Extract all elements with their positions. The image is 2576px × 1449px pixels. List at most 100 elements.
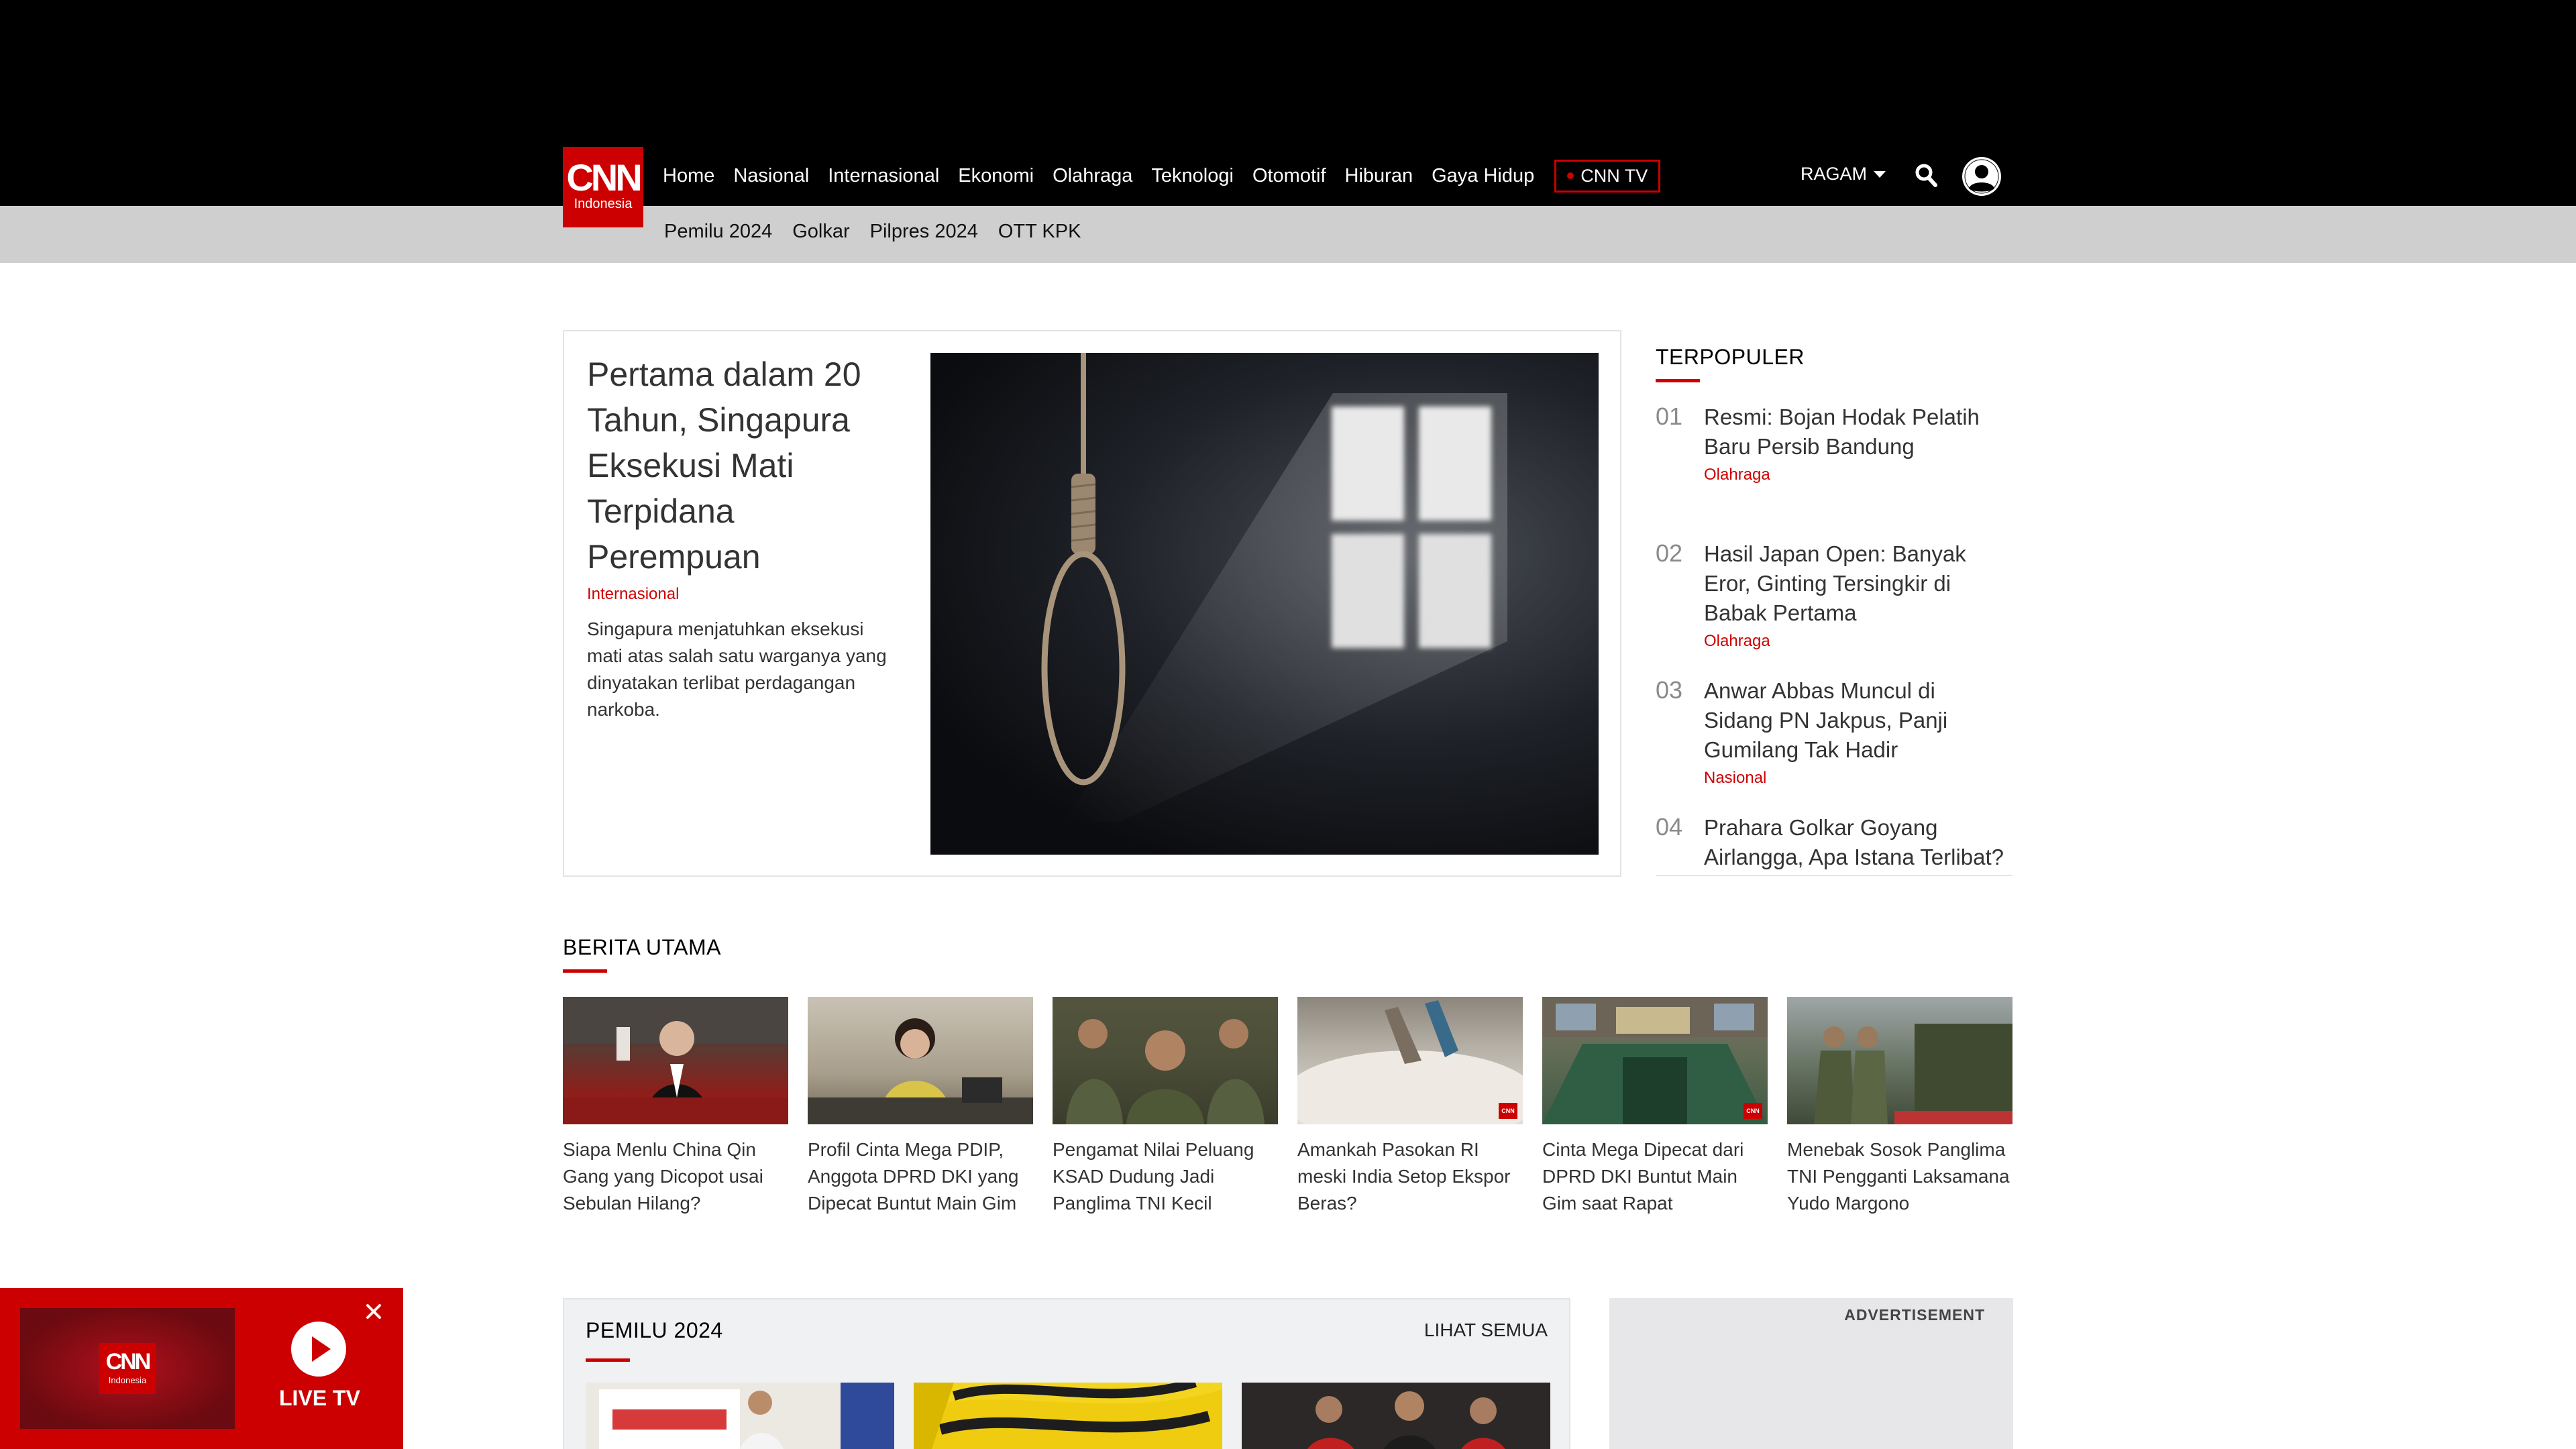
nav-item-ekonomi[interactable]: Ekonomi xyxy=(958,165,1034,187)
pemilu-2024-section: PEMILU 2024 LIHAT SEMUA xyxy=(563,1298,1570,1449)
section-underline xyxy=(1656,379,1700,382)
news-card[interactable]: CNN Amankah Pasokan RI meski India Setop… xyxy=(1297,997,1523,1217)
official-speaker-photo xyxy=(563,997,788,1124)
rice-grain-photo xyxy=(1297,1000,1523,1124)
live-logo-text: CNN xyxy=(105,1349,152,1375)
play-triangle xyxy=(312,1336,331,1362)
berita-utama-section: BERITA UTAMA Siapa Menlu China Qin Gang … xyxy=(563,935,2012,1214)
see-all-link[interactable]: LIHAT SEMUA xyxy=(1424,1320,1548,1341)
party-meeting-photo xyxy=(1242,1383,1550,1449)
pemilu-card-image[interactable] xyxy=(914,1383,1222,1449)
news-card[interactable]: Profil Cinta Mega PDIP, Anggota DPRD DKI… xyxy=(808,997,1033,1217)
pemilu-card-image[interactable] xyxy=(1242,1383,1550,1449)
live-logo-subtext: Indonesia xyxy=(108,1375,147,1385)
nav-item-teknologi[interactable]: Teknologi xyxy=(1151,165,1234,187)
live-tv-logo: CNN Indonesia xyxy=(99,1343,156,1394)
list-item[interactable]: 04 Prahara Golkar Goyang Airlangga, Apa … xyxy=(1656,813,2012,875)
news-card[interactable]: Siapa Menlu China Qin Gang yang Dicopot … xyxy=(563,997,788,1217)
press-conference-photo xyxy=(586,1383,894,1449)
terpopuler-section: TERPOPULER 01 Resmi: Bojan Hodak Pelatih… xyxy=(1656,345,2012,876)
nav-item-nasional[interactable]: Nasional xyxy=(733,165,809,187)
list-item[interactable]: 02 Hasil Japan Open: Banyak Eror, Gintin… xyxy=(1656,539,2012,676)
cnn-tv-label: CNN TV xyxy=(1580,165,1648,186)
live-tv-widget[interactable]: CNN Indonesia LIVE TV xyxy=(0,1288,403,1449)
berita-utama-title: BERITA UTAMA xyxy=(563,935,721,959)
news-card-image[interactable]: CNN xyxy=(1297,997,1523,1124)
section-underline xyxy=(563,969,607,973)
golkar-flag-photo xyxy=(914,1383,1222,1449)
nav-item-internasional[interactable]: Internasional xyxy=(828,165,939,187)
headline-image[interactable] xyxy=(930,353,1599,855)
list-item-category[interactable]: Nasional xyxy=(1704,765,2006,792)
cnn-watermark: CNN xyxy=(1743,1103,1762,1119)
advertisement-slot[interactable]: ADVERTISEMENT xyxy=(1609,1298,2013,1449)
army-officers-photo xyxy=(1066,1019,1265,1124)
list-item-category[interactable]: Olahraga xyxy=(1704,628,2006,655)
list-item-title[interactable]: Anwar Abbas Muncul di Sidang PN Jakpus, … xyxy=(1704,678,1947,762)
subnav-item-pemilu-2024[interactable]: Pemilu 2024 xyxy=(664,221,772,243)
subnav-item-pilpres-2024[interactable]: Pilpres 2024 xyxy=(870,221,978,243)
news-card-title[interactable]: Siapa Menlu China Qin Gang yang Dicopot … xyxy=(563,1136,788,1217)
chevron-down-icon xyxy=(1874,170,1886,178)
news-card-image[interactable]: CNN xyxy=(1542,997,1768,1124)
news-card-image[interactable] xyxy=(808,997,1033,1124)
logo-text: CNN xyxy=(566,156,642,199)
news-card-title[interactable]: Menebak Sosok Panglima TNI Pengganti Lak… xyxy=(1787,1136,2012,1217)
live-tv-label[interactable]: LIVE TV xyxy=(279,1386,360,1411)
play-icon[interactable] xyxy=(291,1322,346,1377)
nav-item-gaya-hidup[interactable]: Gaya Hidup xyxy=(1432,165,1534,187)
page: CNN Indonesia Home Nasional Internasiona… xyxy=(0,0,2576,1449)
list-item[interactable]: 01 Resmi: Bojan Hodak Pelatih Baru Persi… xyxy=(1656,402,2012,539)
news-card-image[interactable] xyxy=(563,997,788,1124)
nav-item-olahraga[interactable]: Olahraga xyxy=(1053,165,1132,187)
search-icon[interactable] xyxy=(1915,163,1937,187)
live-tv-thumbnail[interactable]: CNN Indonesia xyxy=(20,1308,235,1429)
section-underline xyxy=(586,1358,630,1362)
berita-utama-cards: Siapa Menlu China Qin Gang yang Dicopot … xyxy=(563,997,2012,1217)
council-chamber-photo xyxy=(1542,997,1768,1124)
military-parade-photo xyxy=(1814,1024,2012,1124)
news-card-title[interactable]: Profil Cinta Mega PDIP, Anggota DPRD DKI… xyxy=(808,1136,1033,1217)
cnn-watermark: CNN xyxy=(1499,1103,1517,1119)
logo-subtext: Indonesia xyxy=(574,197,633,211)
headline-title[interactable]: Pertama dalam 20 Tahun, Singapura Ekseku… xyxy=(587,352,902,580)
sub-nav-items: Pemilu 2024 Golkar Pilpres 2024 OTT KPK xyxy=(664,221,1081,243)
headline-category[interactable]: Internasional xyxy=(587,585,679,604)
news-card[interactable]: Pengamat Nilai Peluang KSAD Dudung Jadi … xyxy=(1053,997,1278,1217)
subnav-item-golkar[interactable]: Golkar xyxy=(792,221,849,243)
terpopuler-list: 01 Resmi: Bojan Hodak Pelatih Baru Persi… xyxy=(1656,402,2012,875)
pemilu-card-image[interactable] xyxy=(586,1383,894,1449)
rank-number: 02 xyxy=(1656,539,1683,567)
ragam-dropdown[interactable]: RAGAM xyxy=(1801,164,1886,184)
main-nav: Home Nasional Internasional Ekonomi Olah… xyxy=(663,157,1661,195)
rank-number: 03 xyxy=(1656,676,1683,704)
news-card-title[interactable]: Pengamat Nilai Peluang KSAD Dudung Jadi … xyxy=(1053,1136,1278,1217)
news-card-title[interactable]: Cinta Mega Dipecat dari DPRD DKI Buntut … xyxy=(1542,1136,1768,1217)
cnn-tv-button[interactable]: CNN TV xyxy=(1554,159,1661,193)
user-icon[interactable] xyxy=(1962,156,2002,197)
news-card-image[interactable] xyxy=(1053,997,1278,1124)
council-member-photo xyxy=(808,1018,1033,1124)
nav-item-otomotif[interactable]: Otomotif xyxy=(1252,165,1326,187)
cnn-indonesia-logo[interactable]: CNN Indonesia xyxy=(563,147,643,227)
list-item[interactable]: 03 Anwar Abbas Muncul di Sidang PN Jakpu… xyxy=(1656,676,2012,813)
news-card-title[interactable]: Amankah Pasokan RI meski India Setop Eks… xyxy=(1297,1136,1523,1217)
news-card[interactable]: CNN Cinta Mega Dipecat dari DPRD DKI Bun… xyxy=(1542,997,1768,1217)
noose-window-illustration xyxy=(1041,353,1507,822)
nav-item-home[interactable]: Home xyxy=(663,165,714,187)
list-item-title[interactable]: Prahara Golkar Goyang Airlangga, Apa Ist… xyxy=(1704,815,2004,869)
subnav-item-ott-kpk[interactable]: OTT KPK xyxy=(998,221,1081,243)
headline-article[interactable]: Pertama dalam 20 Tahun, Singapura Ekseku… xyxy=(563,330,1621,877)
news-card-image[interactable] xyxy=(1787,997,2012,1124)
list-item-category[interactable]: Olahraga xyxy=(1704,462,2006,488)
pemilu-section-title: PEMILU 2024 xyxy=(586,1318,723,1342)
list-item-text: Prahara Golkar Goyang Airlangga, Apa Ist… xyxy=(1704,813,2006,872)
list-item-title[interactable]: Hasil Japan Open: Banyak Eror, Ginting T… xyxy=(1704,541,1966,625)
close-icon[interactable] xyxy=(364,1301,384,1322)
news-card[interactable]: Menebak Sosok Panglima TNI Pengganti Lak… xyxy=(1787,997,2012,1217)
rank-number: 04 xyxy=(1656,813,1683,841)
list-item-title[interactable]: Resmi: Bojan Hodak Pelatih Baru Persib B… xyxy=(1704,405,1980,459)
sub-nav: Pemilu 2024 Golkar Pilpres 2024 OTT KPK xyxy=(0,206,2576,263)
nav-item-hiburan[interactable]: Hiburan xyxy=(1345,165,1413,187)
list-item-text: Hasil Japan Open: Banyak Eror, Ginting T… xyxy=(1704,539,2006,655)
